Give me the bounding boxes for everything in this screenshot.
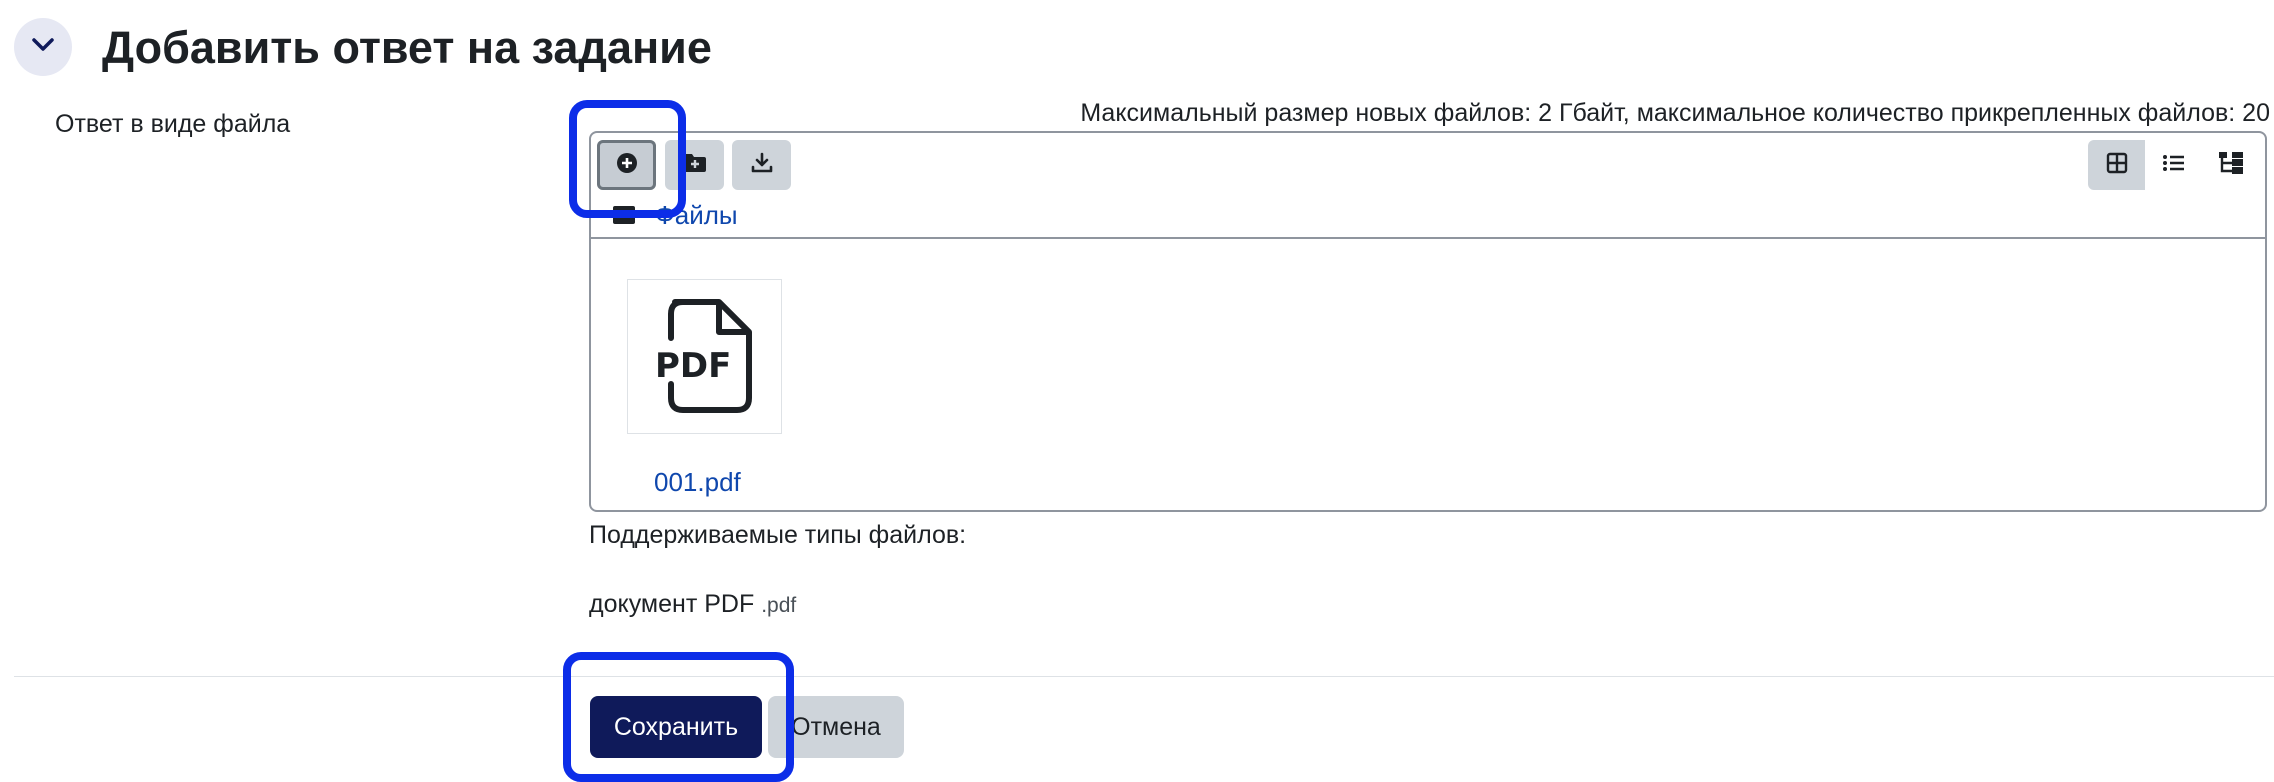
grid-view-icon [2106, 152, 2128, 179]
pdf-icon-label: PDF [655, 346, 731, 386]
supported-type-ext: .pdf [761, 594, 797, 617]
file-thumbnail[interactable]: PDF [627, 279, 782, 434]
list-view-button[interactable] [2145, 140, 2202, 190]
file-limits-text: Максимальный размер новых файлов: 2 Гбай… [1080, 99, 2270, 127]
highlight-box-save [563, 652, 794, 782]
supported-type-name: документ PDF [589, 590, 755, 618]
collapse-section-button[interactable] [14, 18, 72, 76]
pdf-file-icon: PDF [653, 292, 757, 421]
form-divider [14, 676, 2274, 677]
list-view-icon [2162, 153, 2186, 178]
tree-view-icon [2218, 151, 2244, 180]
supported-types-label: Поддерживаемые типы файлов: [589, 521, 967, 549]
field-label: Ответ в виде файла [55, 110, 291, 138]
file-name-link[interactable]: 001.pdf [654, 467, 741, 498]
supported-type-item: документ PDF .pdf [589, 590, 796, 619]
create-folder-icon [683, 153, 707, 178]
tree-view-button[interactable] [2202, 140, 2259, 190]
grid-view-button[interactable] [2088, 140, 2145, 190]
chevron-down-icon [31, 37, 55, 58]
section-title: Добавить ответ на задание [102, 22, 712, 73]
download-icon [750, 152, 774, 179]
file-manager [589, 131, 2267, 512]
download-all-button[interactable] [732, 140, 791, 190]
view-switcher [2088, 140, 2260, 190]
highlight-box-add-file [569, 100, 686, 218]
path-divider [591, 237, 2265, 239]
